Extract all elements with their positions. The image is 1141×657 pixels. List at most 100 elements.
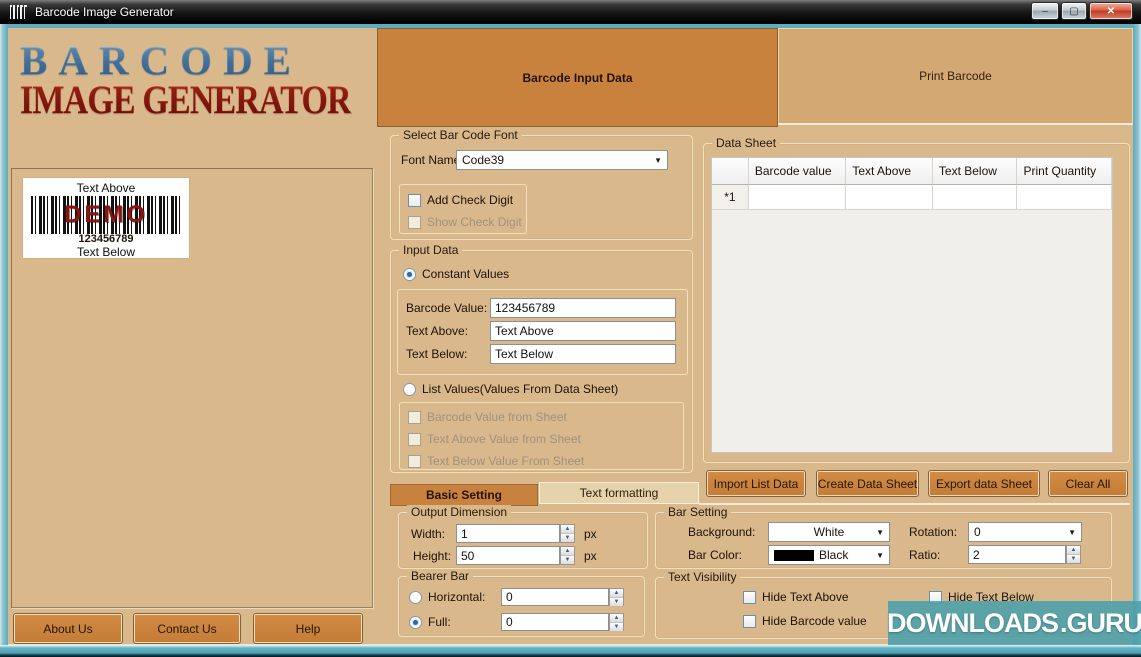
full-input[interactable] [501, 613, 609, 631]
full-spinner[interactable]: ▲▼ [609, 613, 624, 631]
column-header[interactable]: Text Above [846, 158, 933, 185]
input-data-group: Input Data Constant Values Barcode Value… [390, 250, 693, 473]
window-frame-bottom [0, 645, 1141, 657]
check-digit-panel: Add Check Digit Show Check Digit [399, 184, 527, 234]
checkbox-icon[interactable] [408, 194, 421, 207]
font-name-select[interactable]: Code39 ▼ [456, 150, 668, 170]
bar-color-label: Bar Color: [688, 548, 742, 562]
data-sheet-grid[interactable]: Barcode value Text Above Text Below Prin… [711, 157, 1113, 453]
tab-text-formatting[interactable]: Text formatting [539, 482, 699, 504]
spin-down-icon[interactable]: ▼ [561, 556, 574, 564]
contact-us-button[interactable]: Contact Us [133, 613, 241, 644]
rotation-select[interactable]: 0 ▼ [968, 522, 1082, 542]
full-label: Full: [428, 615, 451, 629]
checkbox-icon[interactable] [743, 615, 756, 628]
ratio-input[interactable] [968, 545, 1066, 564]
clear-all-button[interactable]: Clear All [1048, 470, 1128, 497]
create-data-sheet-button[interactable]: Create Data Sheet [816, 470, 919, 497]
horizontal-radio[interactable]: Horizontal: [409, 590, 485, 604]
bar-setting-group: Bar Setting Background: White ▼ Rotation… [655, 512, 1112, 569]
horizontal-input[interactable] [501, 588, 609, 606]
option-label: Text Below Value From Sheet [427, 454, 584, 468]
horizontal-spinner[interactable]: ▲▼ [609, 588, 624, 606]
text-below-from-sheet-checkbox[interactable]: Text Below Value From Sheet [408, 454, 584, 468]
list-values-radio[interactable]: List Values(Values From Data Sheet) [403, 382, 618, 396]
column-header[interactable]: Text Below [933, 158, 1018, 185]
barcode-app-icon [10, 5, 27, 19]
width-spinner[interactable]: ▲▼ [560, 524, 575, 543]
hide-barcode-value-checkbox[interactable]: Hide Barcode value [743, 614, 867, 628]
constant-values-radio[interactable]: Constant Values [403, 267, 509, 281]
radio-icon[interactable] [403, 383, 416, 396]
group-title: Select Bar Code Font [399, 128, 522, 142]
export-data-sheet-button[interactable]: Export data Sheet [928, 470, 1040, 497]
grid-cell[interactable] [846, 185, 933, 210]
text-below-input[interactable] [490, 344, 676, 364]
option-label: Barcode Value from Sheet [427, 410, 567, 424]
background-label: Background: [688, 525, 755, 539]
tab-basic-setting[interactable]: Basic Setting [390, 484, 538, 506]
radio-icon[interactable] [403, 268, 416, 281]
grid-corner-cell[interactable] [712, 158, 749, 185]
maximize-button[interactable]: ▢ [1061, 2, 1087, 20]
list-values-label: List Values(Values From Data Sheet) [422, 382, 618, 396]
spin-down-icon[interactable]: ▼ [561, 534, 574, 542]
group-title: Output Dimension [407, 505, 511, 519]
group-title: Input Data [399, 243, 462, 257]
barcode-value-input[interactable] [490, 298, 676, 318]
ratio-spinner[interactable]: ▲▼ [1066, 545, 1081, 564]
height-input[interactable] [456, 546, 560, 565]
preview-text-below: Text Below [23, 245, 189, 259]
text-above-from-sheet-checkbox[interactable]: Text Above Value from Sheet [408, 432, 581, 446]
checkbox-icon[interactable] [743, 591, 756, 604]
help-button[interactable]: Help [253, 613, 363, 644]
full-radio[interactable]: Full: [409, 615, 451, 629]
height-spinner[interactable]: ▲▼ [560, 546, 575, 565]
spin-up-icon[interactable]: ▲ [610, 589, 623, 598]
import-list-data-button[interactable]: Import List Data [706, 470, 806, 497]
text-above-input[interactable] [490, 321, 676, 341]
preview-barcode-value: 123456789 [23, 233, 189, 245]
hide-barcode-value-label: Hide Barcode value [762, 614, 867, 628]
hide-text-above-checkbox[interactable]: Hide Text Above [743, 590, 849, 604]
background-select[interactable]: White ▼ [768, 522, 890, 542]
barcode-value-from-sheet-checkbox[interactable]: Barcode Value from Sheet [408, 410, 567, 424]
about-us-button[interactable]: About Us [13, 613, 123, 644]
tab-barcode-input-data[interactable]: Barcode Input Data [377, 28, 778, 127]
show-check-digit-label: Show Check Digit [427, 215, 522, 229]
spin-down-icon[interactable]: ▼ [610, 623, 623, 631]
minimize-button[interactable]: – [1031, 2, 1059, 20]
group-title: Bar Setting [664, 505, 731, 519]
preview-text-above: Text Above [23, 181, 189, 195]
grid-cell[interactable] [933, 185, 1018, 210]
checkbox-icon[interactable] [408, 433, 421, 446]
checkbox-icon[interactable] [408, 455, 421, 468]
grid-cell[interactable] [1017, 185, 1112, 210]
column-header[interactable]: Print Quantity [1017, 158, 1112, 185]
width-input[interactable] [456, 524, 560, 543]
checkbox-icon[interactable] [408, 411, 421, 424]
watermark-text-left: DOWNLOADS [887, 608, 1058, 639]
spin-up-icon[interactable]: ▲ [561, 525, 574, 534]
spin-up-icon[interactable]: ▲ [561, 547, 574, 556]
add-check-digit-checkbox[interactable]: Add Check Digit [408, 193, 513, 207]
column-header[interactable]: Barcode value [749, 158, 847, 185]
checkbox-icon[interactable] [408, 216, 421, 229]
window-title: Barcode Image Generator [35, 5, 174, 19]
grid-cell[interactable] [749, 185, 847, 210]
spin-up-icon[interactable]: ▲ [1067, 546, 1080, 555]
radio-icon[interactable] [409, 616, 422, 629]
row-header[interactable]: *1 [712, 185, 749, 210]
add-check-digit-label: Add Check Digit [427, 193, 513, 207]
bar-color-select[interactable]: Black ▼ [768, 545, 890, 565]
black-color-swatch [774, 550, 814, 561]
close-button[interactable]: ✕ [1089, 2, 1133, 20]
spin-down-icon[interactable]: ▼ [1067, 555, 1080, 563]
tab-page-edge [699, 503, 1130, 505]
show-check-digit-checkbox[interactable]: Show Check Digit [408, 215, 522, 229]
barcode-preview-card: Text Above DEMO 123456789 Text Below [23, 178, 189, 258]
spin-down-icon[interactable]: ▼ [610, 598, 623, 606]
spin-up-icon[interactable]: ▲ [610, 614, 623, 623]
radio-icon[interactable] [409, 591, 422, 604]
tab-print-barcode[interactable]: Print Barcode [778, 28, 1133, 125]
